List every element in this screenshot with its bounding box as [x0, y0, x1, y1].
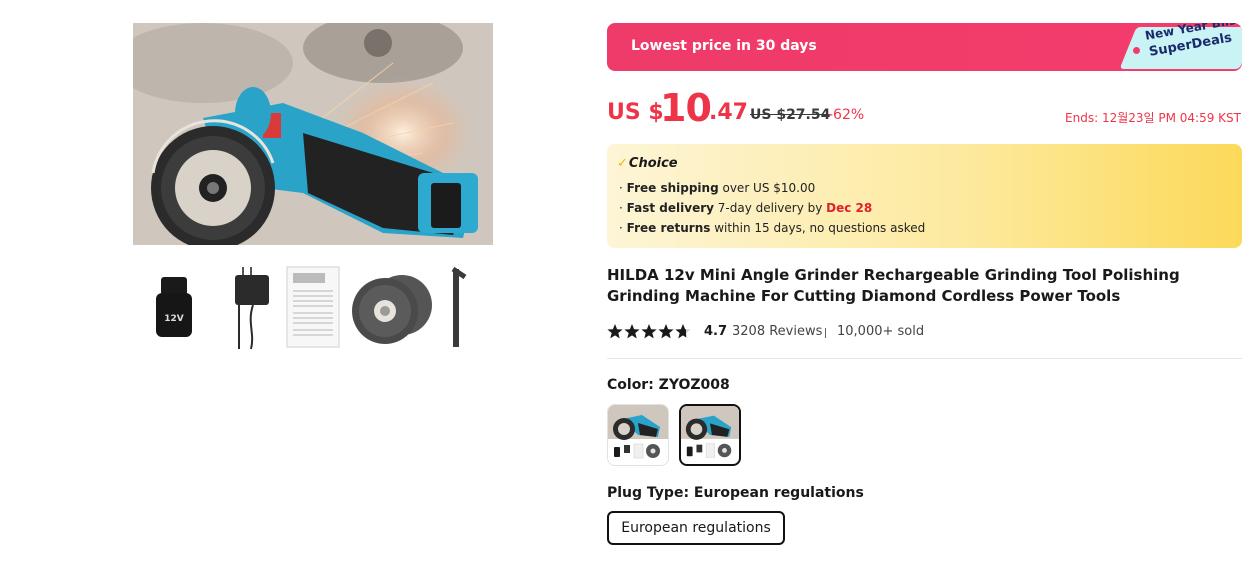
price-currency: US $ — [607, 100, 664, 125]
choice-title-text: Choice — [628, 156, 678, 171]
choice-line-delivery: · Fast delivery 7-day delivery by Dec 28 — [619, 201, 873, 215]
thumbnail-charger[interactable] — [221, 263, 271, 353]
color-swatch-variant-1[interactable] — [607, 404, 669, 466]
promo-banner: Lowest price in 30 days New Year Bliss S… — [607, 23, 1242, 71]
choice-benefits-box[interactable]: ✓Choice · Free shipping over US $10.00 ·… — [607, 144, 1242, 248]
discount-badge: -62% — [828, 107, 865, 123]
product-title: HILDA 12v Mini Angle Grinder Rechargeabl… — [607, 266, 1180, 305]
sale-ends-timer: Ends: 12월23일 PM 04:59 KST — [1065, 111, 1241, 125]
free-shipping-text: over US $10.00 — [718, 181, 816, 195]
color-label: Color: ZYOZ008 — [607, 377, 730, 393]
fast-delivery-label: Fast delivery — [626, 201, 714, 215]
superdeals-tag[interactable]: New Year Bliss SuperDeals — [1118, 23, 1242, 71]
original-price: US $27.54 — [750, 107, 831, 123]
choice-line-returns: · Free returns within 15 days, no questi… — [619, 221, 926, 235]
promo-text: Lowest price in 30 days — [631, 38, 817, 54]
swatch-grinder-image — [608, 405, 668, 459]
price-row: US $ 10 .47 US $27.54 -62% Ends: 12월23일 … — [607, 86, 1247, 130]
choice-line-shipping: · Free shipping over US $10.00 — [619, 181, 816, 195]
thumbnail-hex-wrench[interactable] — [445, 263, 467, 353]
swatch-grinder-image — [681, 406, 739, 458]
free-returns-label: Free returns — [626, 221, 711, 235]
svg-text:12V: 12V — [164, 314, 184, 324]
plug-option-european[interactable]: European regulations — [607, 511, 785, 545]
checkmark-icon: ✓ — [617, 156, 628, 171]
reviews-link[interactable]: 3208 Reviews — [732, 324, 822, 339]
free-returns-text: within 15 days, no questions asked — [710, 221, 926, 235]
fast-delivery-text: 7-day delivery by — [713, 201, 827, 215]
divider — [607, 358, 1242, 359]
star-rating-icon — [607, 324, 691, 339]
thumbnail-manual[interactable] — [285, 263, 343, 353]
color-swatch-zyoz008[interactable] — [679, 404, 741, 466]
product-main-image[interactable] — [133, 23, 493, 245]
tag-dot-icon — [1133, 47, 1140, 54]
price-integer: 10 — [660, 86, 712, 130]
thumbnail-battery[interactable]: 12V — [153, 263, 197, 353]
choice-title: ✓Choice — [617, 156, 678, 171]
delivery-date: Dec 28 — [826, 201, 873, 215]
sold-count: 10,000+ sold — [837, 324, 925, 339]
free-shipping-label: Free shipping — [626, 181, 719, 195]
rating-score: 4.7 — [704, 324, 728, 339]
price-decimal: .47 — [709, 100, 748, 125]
thumbnail-strip: 12V — [133, 245, 493, 385]
angle-grinder-image — [133, 23, 493, 245]
rating-row: 4.7 3208 Reviews 10,000+ sold — [607, 321, 1227, 343]
rating-separator — [825, 328, 826, 338]
thumbnail-cutting-discs[interactable] — [347, 263, 437, 353]
plug-type-label: Plug Type: European regulations — [607, 485, 864, 501]
